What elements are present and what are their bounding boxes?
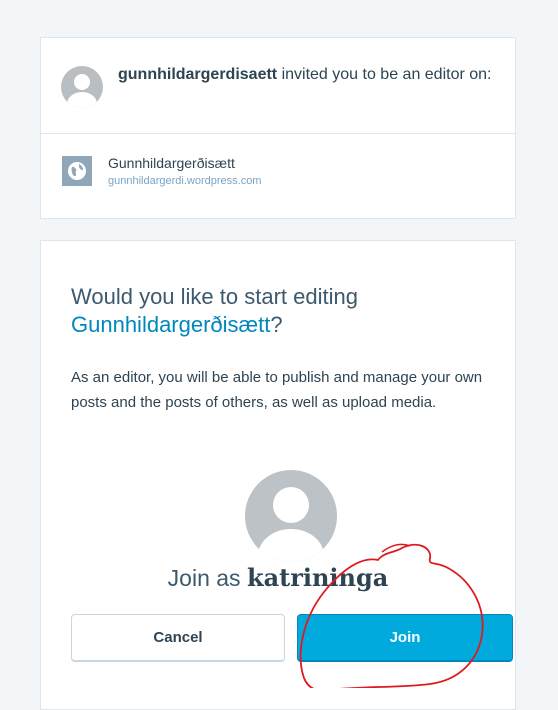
invite-message: gunnhildargerdisaett invited you to be a…: [118, 62, 501, 87]
inviter-name: gunnhildargerdisaett: [118, 66, 278, 83]
cancel-button[interactable]: Cancel: [71, 614, 285, 662]
inviter-avatar-icon: [61, 66, 103, 108]
user-avatar-icon: [245, 470, 337, 562]
editor-description: As an editor, you will be able to publis…: [71, 369, 483, 411]
globe-icon: [62, 156, 92, 186]
join-button[interactable]: Join: [297, 614, 513, 662]
question-prefix: Would you like to start editing: [71, 284, 358, 309]
site-row[interactable]: Gunnhildargerðisætt gunnhildargerdi.word…: [41, 134, 515, 218]
join-card: Would you like to start editing Gunnhild…: [40, 240, 516, 710]
username: katriningа: [246, 563, 389, 592]
site-url: gunnhildargerdi.wordpress.com: [108, 175, 262, 187]
invite-message-rest: invited you to be an editor on:: [277, 66, 492, 83]
question-site-name: Gunnhildargerðisætt: [71, 312, 271, 337]
join-as-label: Join as katriningа: [41, 563, 515, 592]
invite-card: gunnhildargerdisaett invited you to be a…: [40, 37, 516, 219]
question-suffix: ?: [270, 312, 283, 337]
join-as-prefix: Join as: [167, 565, 247, 591]
site-name: Gunnhildargerðisætt: [108, 155, 235, 171]
invite-row: gunnhildargerdisaett invited you to be a…: [41, 38, 515, 134]
join-question: Would you like to start editing Gunnhild…: [71, 283, 495, 339]
